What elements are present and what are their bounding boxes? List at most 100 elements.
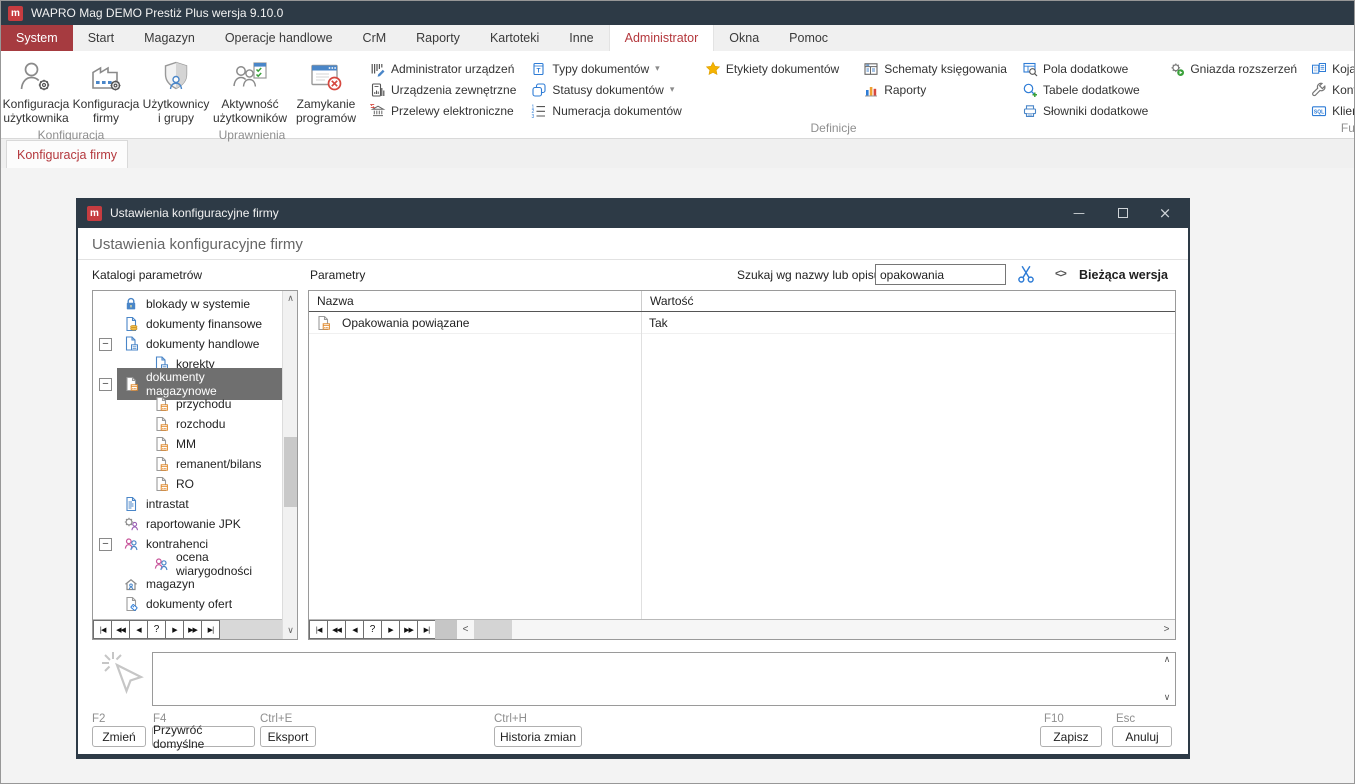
scroll-left-icon[interactable]: < bbox=[457, 620, 474, 639]
match-records-button[interactable]: Kojarzenie zapisów bbox=[1311, 58, 1355, 79]
parameters-label: Parametry bbox=[310, 268, 365, 282]
cancel-button[interactable]: Anuluj bbox=[1112, 726, 1172, 747]
user-activity-button[interactable]: Aktywność użytkowników bbox=[211, 54, 289, 128]
pager-prev-button[interactable]: ◀ bbox=[129, 620, 148, 639]
tree-item-raportowanie-jpk[interactable]: raportowanie JPK bbox=[93, 514, 282, 534]
tree-item-dokumenty-finansowe[interactable]: dokumenty finansowe bbox=[93, 314, 282, 334]
button-label: Urządzenia zewnętrzne bbox=[391, 83, 516, 97]
user-config-button[interactable]: Konfiguracja użytkownika bbox=[1, 54, 71, 128]
column-header-nazwa[interactable]: Nazwa bbox=[309, 291, 641, 311]
pager-prev-button[interactable]: ◀ bbox=[345, 620, 364, 639]
menu-tab-operacje-handlowe[interactable]: Operacje handlowe bbox=[210, 25, 348, 51]
menu-tab-administrator[interactable]: Administrator bbox=[609, 25, 715, 51]
table-row[interactable]: Opakowania powiązane Tak bbox=[309, 312, 1175, 334]
doc-types-button[interactable]: Typy dokumentów ▾ bbox=[531, 58, 681, 79]
doc-numbering-button[interactable]: Numeracja dokumentów bbox=[531, 100, 681, 121]
menu-tab-okna[interactable]: Okna bbox=[714, 25, 774, 51]
minimize-icon[interactable]: — bbox=[1058, 198, 1100, 228]
tree-item-blokady[interactable]: blokady w systemie bbox=[93, 294, 282, 314]
scroll-down-icon[interactable]: ∨ bbox=[1161, 693, 1173, 703]
export-button[interactable]: Eksport bbox=[260, 726, 316, 747]
change-button[interactable]: Zmień bbox=[92, 726, 146, 747]
scissors-icon[interactable] bbox=[1016, 264, 1036, 284]
device-admin-button[interactable]: Administrator urządzeń bbox=[370, 58, 516, 79]
extra-dictionaries-button[interactable]: Słowniki dodatkowe bbox=[1022, 100, 1148, 121]
pager-help-button[interactable]: ? bbox=[363, 620, 382, 639]
restore-defaults-button[interactable]: Przywróć domyślne bbox=[152, 726, 255, 747]
scroll-up-icon[interactable]: ∧ bbox=[283, 291, 298, 307]
menu-tab-start[interactable]: Start bbox=[73, 25, 129, 51]
collapse-icon[interactable]: − bbox=[99, 538, 112, 551]
maximize-icon[interactable] bbox=[1102, 198, 1144, 228]
posting-scheme-icon bbox=[863, 61, 879, 77]
pager-next-button[interactable]: ▶ bbox=[165, 620, 184, 639]
company-config-button[interactable]: Konfiguracja firmy bbox=[71, 54, 141, 128]
menu-bar: System Start Magazyn Operacje handlowe C… bbox=[1, 25, 1354, 51]
close-programs-button[interactable]: Zamykanie programów bbox=[289, 54, 363, 128]
pager-fast-next-button[interactable]: ▶▶ bbox=[183, 620, 202, 639]
external-devices-button[interactable]: Urządzenia zewnętrzne bbox=[370, 79, 516, 100]
pager-help-button[interactable]: ? bbox=[147, 620, 166, 639]
tree-vertical-scrollbar[interactable]: ∧ ∨ bbox=[282, 291, 297, 639]
ribbon-group-label: Definicje bbox=[363, 121, 1304, 138]
tree-item-label: raportowanie JPK bbox=[146, 517, 241, 531]
pager-next-button[interactable]: ▶ bbox=[381, 620, 400, 639]
menu-tab-crm[interactable]: CrM bbox=[348, 25, 402, 51]
menu-tab-raporty[interactable]: Raporty bbox=[401, 25, 475, 51]
menu-tab-system[interactable]: System bbox=[1, 25, 73, 51]
scroll-up-icon[interactable]: ∧ bbox=[1161, 655, 1173, 665]
dialog-titlebar[interactable]: m Ustawienia konfiguracyjne firmy — × bbox=[78, 198, 1188, 228]
menu-tab-inne[interactable]: Inne bbox=[554, 25, 608, 51]
collapse-icon[interactable]: − bbox=[99, 378, 112, 391]
menu-tab-magazyn[interactable]: Magazyn bbox=[129, 25, 210, 51]
scrollbar-thumb[interactable] bbox=[474, 620, 512, 639]
scroll-right-icon[interactable]: > bbox=[1158, 620, 1175, 639]
scroll-down-icon[interactable]: ∨ bbox=[283, 623, 298, 639]
tree-item-intrastat[interactable]: intrastat bbox=[93, 494, 282, 514]
description-textarea[interactable] bbox=[153, 653, 1175, 705]
pager-first-button[interactable]: |◀ bbox=[309, 620, 328, 639]
tree-item-dokumenty-handlowe[interactable]: −dokumenty handlowe bbox=[93, 334, 282, 354]
heading-divider bbox=[78, 259, 1188, 260]
horizontal-scrollbar[interactable]: < > bbox=[435, 620, 1175, 639]
tree-item-dokumenty-ofert[interactable]: dokumenty ofert bbox=[93, 594, 282, 614]
pager-fast-next-button[interactable]: ▶▶ bbox=[399, 620, 418, 639]
tree-item-ocena-wiarygodnosci[interactable]: ocena wiarygodności bbox=[93, 554, 282, 574]
data-repair-button[interactable]: Kontrola i naprawa danych bbox=[1311, 79, 1355, 100]
tree-item-remanent-bilans[interactable]: remanent/bilans bbox=[93, 454, 282, 474]
e-transfers-button[interactable]: Przelewy elektroniczne bbox=[370, 100, 516, 121]
sql-client-button[interactable]: Klient SQL bbox=[1311, 100, 1355, 121]
tree-item-ro[interactable]: RO bbox=[93, 474, 282, 494]
trade-docs-icon bbox=[123, 336, 139, 352]
pager-first-button[interactable]: |◀ bbox=[93, 620, 112, 639]
search-input[interactable] bbox=[875, 264, 1006, 285]
tree-item-label: intrastat bbox=[146, 497, 189, 511]
reports-button[interactable]: Raporty bbox=[863, 79, 1007, 100]
posting-schemes-button[interactable]: Schematy księgowania bbox=[863, 58, 1007, 79]
extension-sockets-button[interactable]: Gniazda rozszerzeń bbox=[1169, 58, 1297, 79]
column-header-wartosc[interactable]: Wartość bbox=[641, 291, 1175, 311]
menu-tab-kartoteki[interactable]: Kartoteki bbox=[475, 25, 554, 51]
close-icon[interactable]: × bbox=[1144, 198, 1186, 228]
users-groups-button[interactable]: Użytkownicy i grupy bbox=[141, 54, 211, 128]
pager-last-button[interactable]: ▶| bbox=[417, 620, 436, 639]
extra-fields-button[interactable]: Pola dodatkowe bbox=[1022, 58, 1148, 79]
scrollbar-track[interactable] bbox=[512, 620, 1158, 639]
compare-icon[interactable]: <> bbox=[1055, 268, 1066, 280]
doc-statuses-button[interactable]: Statusy dokumentów ▾ bbox=[531, 79, 681, 100]
change-history-button[interactable]: Historia zmian bbox=[494, 726, 582, 747]
extra-tables-button[interactable]: Tabele dodatkowe bbox=[1022, 79, 1148, 100]
pager-last-button[interactable]: ▶| bbox=[201, 620, 220, 639]
scrollbar-thumb[interactable] bbox=[284, 437, 297, 507]
tree-item-mm[interactable]: MM bbox=[93, 434, 282, 454]
save-button[interactable]: Zapisz bbox=[1040, 726, 1102, 747]
tree-item-rozchodu[interactable]: rozchodu bbox=[93, 414, 282, 434]
document-tab-konfiguracja-firmy[interactable]: Konfiguracja firmy bbox=[6, 140, 128, 168]
pager-fast-prev-button[interactable]: ◀◀ bbox=[111, 620, 130, 639]
users-activity-icon bbox=[231, 56, 269, 98]
doc-labels-button[interactable]: Etykiety dokumentów bbox=[705, 58, 839, 79]
collapse-icon[interactable]: − bbox=[99, 338, 112, 351]
tree-item-dokumenty-magazynowe[interactable]: −dokumenty magazynowe bbox=[93, 374, 282, 394]
pager-fast-prev-button[interactable]: ◀◀ bbox=[327, 620, 346, 639]
menu-tab-pomoc[interactable]: Pomoc bbox=[774, 25, 843, 51]
